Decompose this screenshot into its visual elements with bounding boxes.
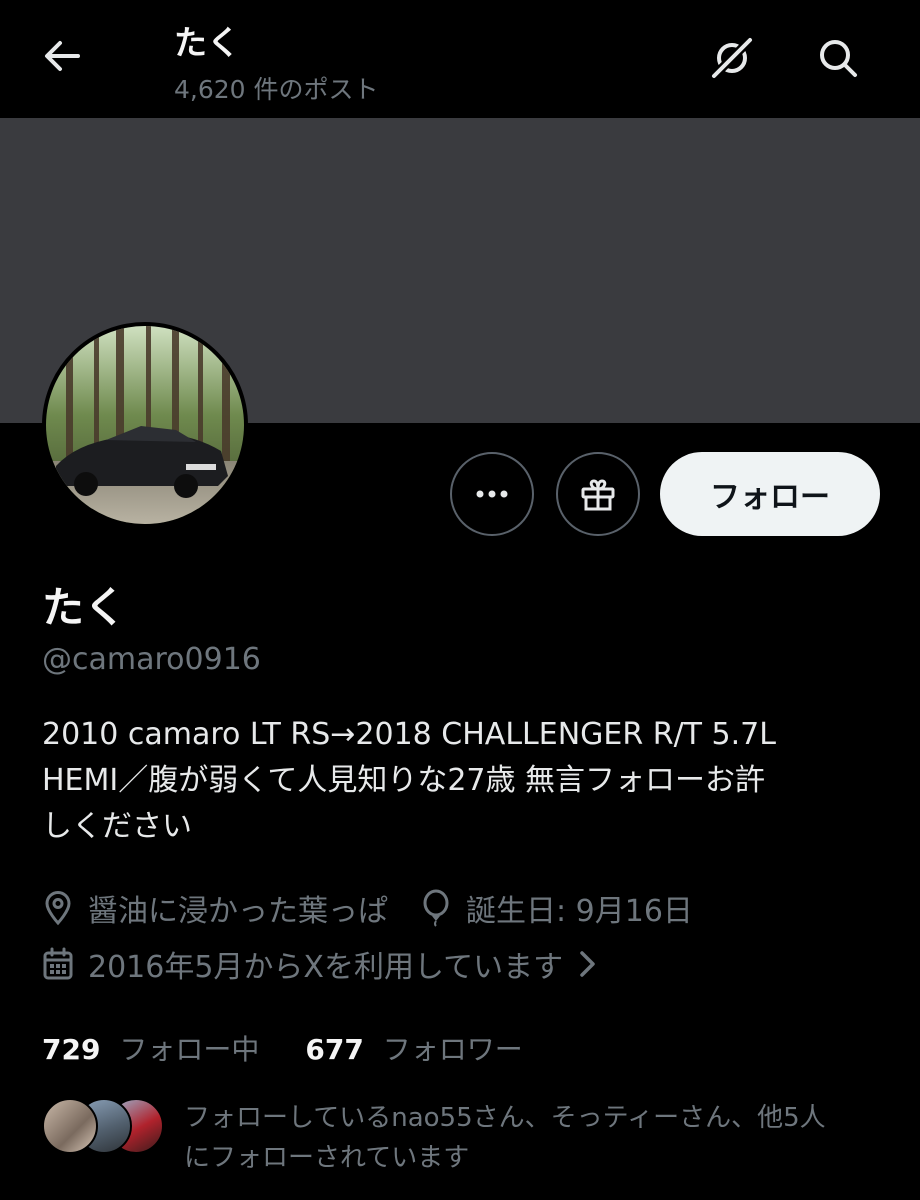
following-label: フォロー中 xyxy=(119,1033,260,1066)
location-text: 醤油に浸かった葉っぱ xyxy=(88,894,388,929)
header-title: たく xyxy=(174,23,240,62)
search-icon xyxy=(820,40,857,77)
follow-button[interactable]: フォロー xyxy=(660,452,880,536)
following-count: 729 xyxy=(42,1033,101,1066)
gift-button[interactable] xyxy=(556,452,640,536)
more-icon xyxy=(476,490,508,498)
grok-icon xyxy=(710,36,754,80)
joined-date[interactable]: 2016年5月からXを利用しています xyxy=(42,942,599,986)
birthday: 誕生日: 9月16日 xyxy=(420,886,693,930)
user-handle: @camaro0916 xyxy=(42,642,261,677)
top-bar: たく 4,620 件のポスト xyxy=(0,0,920,118)
profile-bio: 2010 camaro LT RS→2018 CHALLENGER R/T 5.… xyxy=(42,712,882,850)
followers-you-know-text[interactable]: フォローしているnao55さん、そっティーさん、他5人 にフォローされています xyxy=(184,1098,884,1178)
bio-line: 2010 camaro LT RS→2018 CHALLENGER R/T 5.… xyxy=(42,717,776,752)
arrow-left-icon xyxy=(45,41,80,71)
gift-icon xyxy=(581,479,615,511)
joined-text: 2016年5月からXを利用しています xyxy=(88,950,564,985)
followers-count: 677 xyxy=(305,1033,364,1066)
avatar xyxy=(42,1098,98,1154)
balloon-icon xyxy=(423,889,449,927)
location-icon xyxy=(45,891,71,926)
birthday-text: 誕生日: 9月16日 xyxy=(466,894,693,929)
back-button[interactable] xyxy=(40,36,84,76)
bio-line: HEMI／腹が弱くて人見知りな27歳 無言フォローお許 xyxy=(42,763,766,798)
followers-label: フォロワー xyxy=(382,1033,523,1066)
followers-you-know-line: フォローしているnao55さん、そっティーさん、他5人 xyxy=(184,1103,826,1133)
following-link[interactable]: 729 フォロー中 xyxy=(42,1028,259,1068)
avatar-image xyxy=(46,326,244,524)
profile-meta-location-birthday: 醤油に浸かった葉っぱ 誕生日: 9月16日 xyxy=(42,886,693,930)
search-button[interactable] xyxy=(812,34,864,82)
calendar-icon xyxy=(43,947,73,980)
display-name: たく xyxy=(42,583,127,632)
follow-stats: 729 フォロー中 677 フォロワー xyxy=(42,1028,523,1068)
grok-button[interactable] xyxy=(706,34,758,82)
chevron-right-icon xyxy=(580,951,595,977)
bio-line: しください xyxy=(42,809,192,844)
followers-you-know-line: にフォローされています xyxy=(184,1143,470,1173)
more-button[interactable] xyxy=(450,452,534,536)
profile-avatar[interactable] xyxy=(42,322,248,528)
followers-you-know-avatars[interactable] xyxy=(42,1098,164,1154)
post-count: 4,620 件のポスト xyxy=(174,75,379,104)
followers-link[interactable]: 677 フォロワー xyxy=(305,1028,522,1068)
